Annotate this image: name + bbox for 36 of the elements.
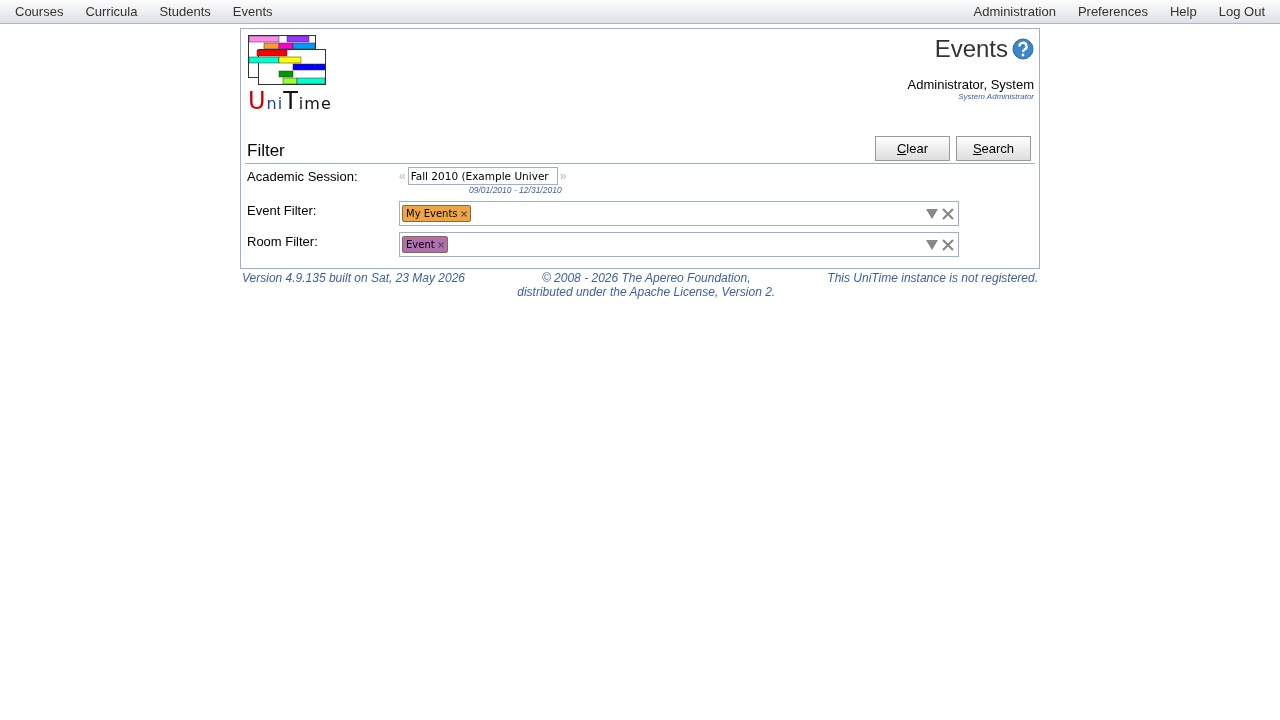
filter-field[interactable]: My Events: [399, 201, 959, 226]
page-title: Events: [934, 35, 1008, 63]
menu-item[interactable]: Log Out: [1207, 0, 1276, 23]
user-name: Administrator, System: [907, 77, 1034, 92]
copyright-text: © 2008 - 2026 The Apereo Foundation,: [541, 271, 751, 285]
clear-icon[interactable]: [942, 238, 954, 251]
logo-text: U niTime: [248, 89, 328, 116]
menu-item[interactable]: Help: [1159, 0, 1208, 23]
menu-item[interactable]: Events: [221, 0, 284, 23]
filter-field[interactable]: Event: [399, 232, 959, 257]
menu-item[interactable]: Administration: [962, 0, 1067, 23]
registration-text: This UniTime instance is not registered.: [827, 271, 1038, 287]
field-label: Academic Session:: [247, 168, 359, 186]
session-field[interactable]: Fall 2010 (Example Univer: [407, 167, 558, 185]
version-text: Version 4.9.135 built on Sat, 23 May 2026: [242, 271, 466, 287]
dropdown-icon[interactable]: [926, 239, 938, 250]
menu-item[interactable]: Preferences: [1066, 0, 1159, 23]
field-label: Event Filter:: [247, 202, 318, 220]
search-button[interactable]: Search: [956, 136, 1031, 161]
filter-tag[interactable]: My Events: [402, 205, 471, 222]
menu-item[interactable]: Curricula: [74, 0, 149, 23]
remove-icon[interactable]: [437, 241, 444, 248]
clear-icon[interactable]: [942, 207, 954, 220]
filter-tag[interactable]: Event: [402, 236, 448, 253]
help-icon[interactable]: [1012, 38, 1034, 60]
section-title: Filter: [247, 141, 285, 161]
logo-grid-icon: [248, 35, 326, 85]
menu-item[interactable]: Courses: [4, 0, 75, 23]
user-role: System Administrator: [958, 92, 1034, 101]
clear-button[interactable]: Clear: [875, 136, 950, 161]
session-dates: 09/01/2010 - 12/31/2010: [469, 185, 562, 195]
dropdown-icon[interactable]: [926, 208, 938, 219]
menu-item[interactable]: Students: [148, 0, 222, 23]
remove-icon[interactable]: [460, 210, 467, 217]
copyright-text: distributed under the Apache License, Version 2.: [517, 285, 776, 299]
field-label: Room Filter:: [247, 233, 319, 251]
